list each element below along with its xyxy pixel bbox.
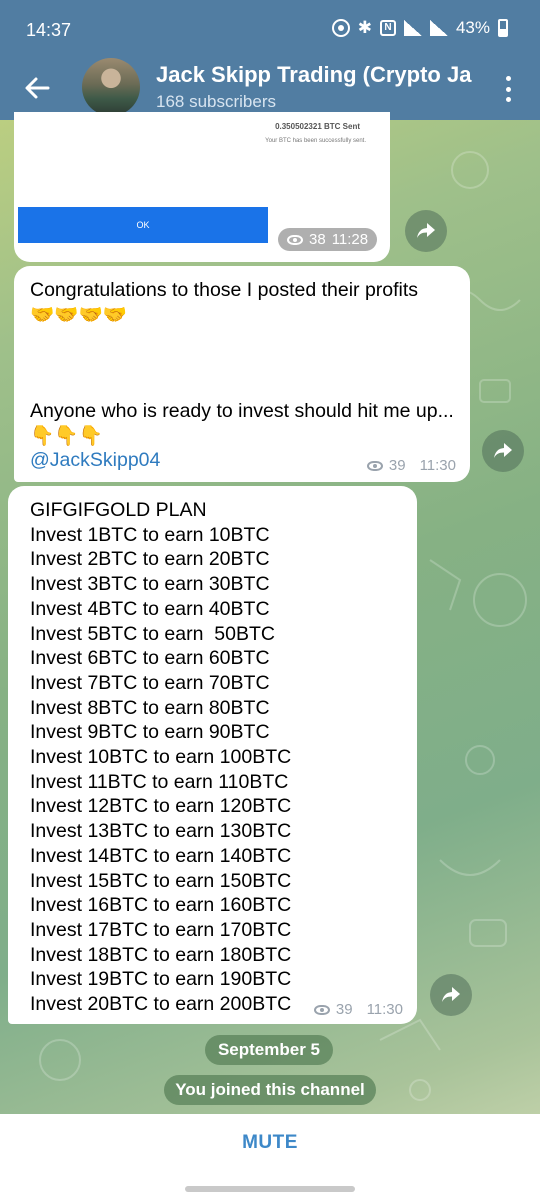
plan-line: Invest 17BTC to earn 170BTC [30, 918, 292, 941]
chat-header: Jack Skipp Trading (Crypto Ja 168 subscr… [0, 56, 540, 120]
plan-title: GIFGIFGOLD PLAN [30, 499, 207, 521]
status-bar: 14:37 ✱ N 43% [0, 0, 540, 56]
plan-line: Invest 4BTC to earn 40BTC [30, 597, 270, 620]
share-button[interactable] [405, 210, 447, 252]
plan-line: Invest 2BTC to earn 20BTC [30, 548, 270, 571]
eye-icon [313, 1004, 330, 1015]
view-count: 39 [388, 457, 406, 474]
message-time: 11:30 [419, 457, 456, 474]
plan-message[interactable]: GIFGIFGOLD PLAN Invest 1BTC to earn 10BTC… [8, 486, 417, 1024]
message-time: 11:30 [366, 1001, 403, 1018]
message-emoji: 🤝🤝🤝🤝 [30, 303, 128, 326]
subscriber-count: 168 subscribers [156, 92, 277, 111]
eye-icon [287, 234, 303, 245]
plan-line: Invest 5BTC to earn 50BTC [30, 622, 275, 645]
wifi-signal-icon [403, 20, 422, 36]
data-saver-icon [331, 19, 350, 37]
plan-line: Invest 8BTC to earn 80BTC [30, 696, 270, 719]
cell-signal-icon [429, 20, 448, 36]
service-message: You joined this channel [164, 1075, 376, 1105]
back-arrow-icon[interactable] [20, 70, 56, 106]
gesture-nav-bar[interactable] [185, 1186, 355, 1192]
date-separator: September 5 [205, 1035, 333, 1065]
share-icon [494, 443, 512, 458]
share-icon [417, 223, 435, 238]
eye-icon [366, 460, 383, 471]
channel-avatar[interactable] [82, 58, 140, 116]
screenshot-ok-button: OK [18, 207, 268, 243]
nfc-icon: N [379, 20, 396, 36]
message-meta: 39 11:30 [366, 457, 456, 474]
bottom-bar: MUTE [0, 1114, 540, 1200]
plan-line: Invest 13BTC to earn 130BTC [30, 820, 292, 843]
share-button[interactable] [482, 430, 524, 472]
channel-title[interactable]: Jack Skipp Trading (Crypto Ja [156, 62, 480, 88]
plan-line: Invest 14BTC to earn 140BTC [30, 844, 292, 867]
plan-line: Invest 11BTC to earn 110BTC [30, 770, 289, 793]
plan-line: Invest 1BTC to earn 10BTC [30, 523, 270, 546]
plan-line: Invest 7BTC to earn 70BTC [30, 671, 270, 694]
mute-button[interactable]: MUTE [0, 1132, 540, 1154]
screenshot-message[interactable]: 0.350502321 BTC Sent Your BTC has been s… [14, 112, 390, 262]
plan-line: Invest 16BTC to earn 160BTC [30, 894, 292, 917]
plan-line: Invest 6BTC to earn 60BTC [30, 647, 270, 670]
message-meta: 39 11:30 [313, 1001, 403, 1018]
battery-icon [498, 19, 508, 37]
message-time: 11:28 [331, 231, 369, 248]
status-icons: ✱ N 43% [331, 18, 508, 38]
message-text: Congratulations to those I posted their … [30, 279, 419, 301]
message-text: Anyone who is ready to invest should hit… [30, 400, 454, 447]
plan-line: Invest 9BTC to earn 90BTC [30, 721, 270, 744]
plan-line: Invest 15BTC to earn 150BTC [30, 869, 292, 892]
status-time: 14:37 [26, 20, 72, 40]
plan-line: Invest 3BTC to earn 30BTC [30, 573, 270, 596]
sent-success-text: Your BTC has been successfully sent. [265, 138, 366, 144]
plan-line: Invest 18BTC to earn 180BTC [30, 943, 292, 966]
view-count: 38 [309, 231, 326, 248]
view-count: 39 [335, 1001, 353, 1018]
message-meta: 38 11:28 [278, 228, 378, 251]
plan-line: Invest 10BTC to earn 100BTC [30, 746, 292, 769]
battery-percent: 43% [455, 18, 490, 37]
plan-line: Invest 12BTC to earn 120BTC [30, 795, 292, 818]
sent-amount-text: 0.350502321 BTC Sent [275, 122, 360, 131]
more-vertical-icon[interactable] [498, 74, 518, 104]
share-button[interactable] [430, 974, 472, 1016]
share-icon [442, 987, 460, 1002]
plan-lines: GIFGIFGOLD PLAN Invest 1BTC to earn 10BTC… [30, 498, 395, 1017]
profit-message[interactable]: Congratulations to those I posted their … [14, 266, 470, 482]
bluetooth-icon: ✱ [357, 18, 372, 37]
plan-line: Invest 19BTC to earn 190BTC [30, 968, 292, 991]
